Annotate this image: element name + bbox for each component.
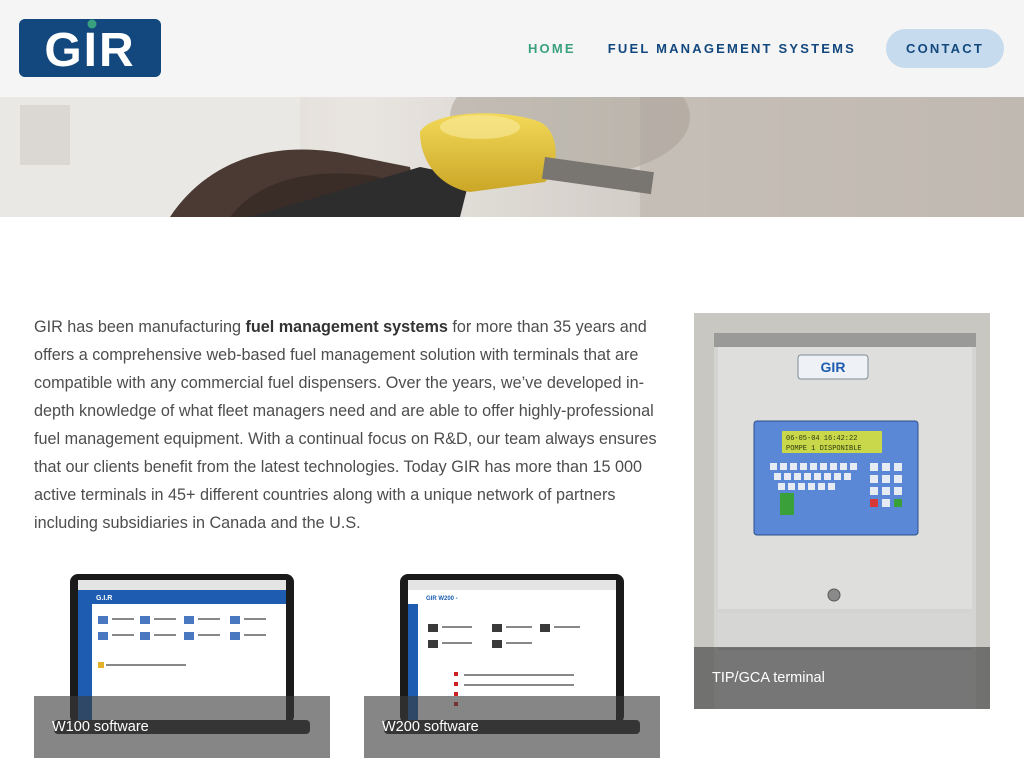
nav-contact-button[interactable]: CONTACT: [886, 29, 1004, 68]
w100-caption: W100 software: [52, 719, 149, 735]
caption-bar: W100 software: [34, 696, 330, 758]
w100-software-card[interactable]: G.I.R W100 software: [34, 562, 330, 758]
gir-logo-icon: GIR: [19, 19, 161, 77]
caption-bar: W200 software: [364, 696, 660, 758]
fuel-nozzle-hero-image: [0, 97, 1024, 217]
w200-software-card[interactable]: GIR W200 - W200 software: [364, 562, 660, 758]
main-nav: HOME FUEL MANAGEMENT SYSTEMS CONTACT: [528, 29, 1004, 68]
tip-gca-caption: TIP/GCA terminal: [712, 670, 825, 686]
svg-text:POMPE 1 DISPONIBLE: POMPE 1 DISPONIBLE: [786, 445, 862, 453]
svg-text:06-05-04 16:42:22: 06-05-04 16:42:22: [786, 435, 857, 443]
gir-logo[interactable]: GIR: [19, 19, 161, 77]
hero-image: [0, 97, 1024, 217]
svg-text:GIR: GIR: [44, 24, 135, 77]
caption-bar: TIP/GCA terminal: [694, 647, 990, 709]
svg-text:GIR W200 -: GIR W200 -: [426, 596, 458, 602]
svg-text:G.I.R: G.I.R: [96, 595, 112, 602]
intro-bold-link[interactable]: fuel management systems: [245, 318, 447, 336]
svg-text:GIR: GIR: [821, 359, 846, 375]
tip-gca-terminal-card[interactable]: GIR 06-05-04 16:42:22 POMPE 1 DISPONIBLE: [694, 313, 990, 709]
nav-home-link[interactable]: HOME: [528, 29, 576, 68]
nav-fuel-management-link[interactable]: FUEL MANAGEMENT SYSTEMS: [608, 29, 856, 68]
intro-paragraph: GIR has been manufacturing fuel manageme…: [34, 313, 660, 537]
intro-text-2: for more than 35 years and offers a comp…: [34, 318, 657, 532]
w200-caption: W200 software: [382, 719, 479, 735]
site-header: GIR HOME FUEL MANAGEMENT SYSTEMS CONTACT: [0, 0, 1024, 97]
intro-text-1: GIR has been manufacturing: [34, 318, 246, 336]
